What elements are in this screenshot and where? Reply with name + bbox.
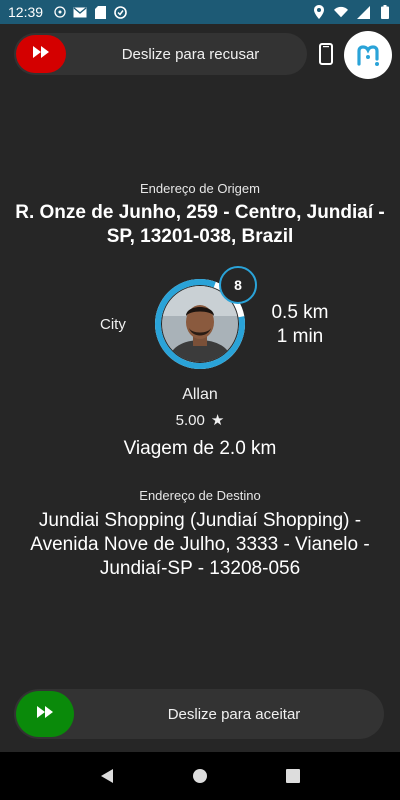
system-nav-bar <box>0 752 400 800</box>
signal-icon <box>356 5 370 19</box>
phone-icon[interactable] <box>316 41 336 67</box>
wifi-icon <box>334 5 348 19</box>
decline-slider[interactable]: Deslize para recusar <box>14 33 307 75</box>
origin-caption: Endereço de Origem <box>140 181 260 196</box>
status-time: 12:39 <box>8 4 44 20</box>
back-button[interactable] <box>87 756 127 796</box>
status-left: 12:39 <box>8 4 127 20</box>
status-right <box>312 5 392 19</box>
rank-badge: 8 <box>219 266 257 304</box>
destination-caption: Endereço de Destino <box>139 488 261 503</box>
decline-slider-handle[interactable] <box>16 35 66 73</box>
origin-address: R. Onze de Junho, 259 - Centro, Jundiaí … <box>15 202 385 247</box>
star-icon: ★ <box>210 412 225 429</box>
accept-slider-label: Deslize para aceitar <box>167 705 301 723</box>
recents-icon <box>286 769 301 783</box>
status-bar: 12:39 <box>0 0 400 24</box>
accept-slider-handle[interactable] <box>16 691 74 737</box>
brand-logo[interactable] <box>344 31 392 79</box>
accept-slider[interactable]: Deslize para aceitar <box>14 689 384 739</box>
passenger-name: Allan <box>182 386 218 403</box>
ride-category: City <box>100 316 126 333</box>
battery-icon <box>378 5 392 19</box>
sd-card-icon <box>93 5 107 19</box>
fast-forward-icon <box>37 705 53 723</box>
notification-icon <box>53 5 67 19</box>
destination-address: Jundiai Shopping (Jundiaí Shopping) - Av… <box>30 510 370 579</box>
trip-distance: Viagem de 2.0 km <box>123 438 277 459</box>
fast-forward-icon <box>33 45 49 63</box>
passenger-rating: 5.00 ★ <box>0 411 400 430</box>
mail-icon <box>73 5 87 19</box>
brand-logo-icon <box>357 45 379 66</box>
home-button[interactable] <box>180 756 220 796</box>
decline-slider-label: Deslize para recusar <box>121 45 260 63</box>
recents-button[interactable] <box>273 756 313 796</box>
rating-value: 5.00 <box>175 411 205 429</box>
top-row: Deslize para recusar <box>14 31 394 79</box>
location-icon <box>312 5 326 19</box>
pickup-distance: 0.5 km <box>271 302 329 323</box>
home-icon <box>192 769 207 783</box>
pickup-eta: 1 min <box>276 326 324 347</box>
back-icon <box>100 769 113 783</box>
app-icon <box>113 5 127 19</box>
